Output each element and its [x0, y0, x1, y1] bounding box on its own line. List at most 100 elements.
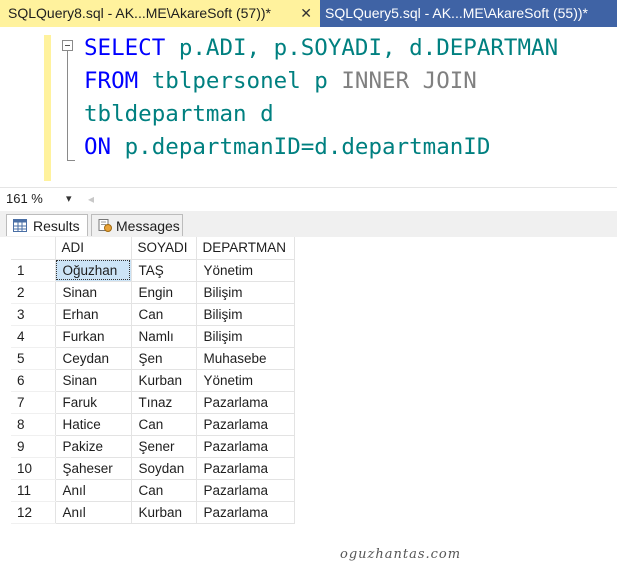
tab-results[interactable]: Results [6, 214, 88, 236]
row-number[interactable]: 9 [11, 435, 56, 458]
row-number[interactable]: 11 [11, 479, 56, 502]
grid-cell[interactable]: Yönetim [196, 369, 295, 392]
code-token: p.departmanID=d.departmanID [111, 134, 491, 160]
grid-header-row: ADI SOYADI DEPARTMAN [11, 237, 295, 260]
grid-cell[interactable]: Engin [131, 281, 197, 304]
code-line[interactable]: tbldepartman d [84, 98, 558, 131]
grid-corner-cell[interactable] [11, 237, 56, 260]
zoom-bar: 161 % ▾ ◂ [0, 187, 617, 210]
code-token: tbldepartman d [84, 101, 274, 127]
table-row[interactable]: 9 Pakize Şener Pazarlama [11, 435, 295, 458]
table-row[interactable]: 7 Faruk Tınaz Pazarlama [11, 391, 295, 414]
results-table: ADI SOYADI DEPARTMAN 1 Oğuzhan TAŞ Yönetim 2… [11, 237, 295, 524]
grid-cell[interactable]: Bilişim [196, 325, 295, 348]
row-number[interactable]: 5 [11, 347, 56, 370]
table-row[interactable]: 4 Furkan Namlı Bilişim [11, 325, 295, 348]
tab-sqlquery5[interactable]: SQLQuery5.sql - AK...ME\AkareSoft (55))* [320, 0, 617, 27]
table-row[interactable]: 2 Sinan Engin Bilişim [11, 281, 295, 304]
grid-icon [13, 219, 27, 232]
grid-cell[interactable]: Furkan [55, 325, 132, 348]
row-number[interactable]: 4 [11, 325, 56, 348]
row-number[interactable]: 6 [11, 369, 56, 392]
grid-cell[interactable]: Muhasebe [196, 347, 295, 370]
grid-cell[interactable]: Pazarlama [196, 435, 295, 458]
row-number[interactable]: 3 [11, 303, 56, 326]
grid-cell[interactable]: Pakize [55, 435, 132, 458]
grid-cell[interactable]: Can [131, 479, 197, 502]
grid-cell[interactable]: Sinan [55, 281, 132, 304]
grid-cell[interactable]: Namlı [131, 325, 197, 348]
code-token: tblpersonel p [138, 68, 342, 94]
tab-messages[interactable]: Messages [91, 214, 183, 236]
scroll-left-arrow[interactable]: ◂ [88, 190, 94, 208]
table-row[interactable]: 12 Anıl Kurban Pazarlama [11, 501, 295, 524]
column-header-adi[interactable]: ADI [55, 237, 132, 260]
tab-messages-label: Messages [116, 218, 180, 234]
column-header-soyadi[interactable]: SOYADI [131, 237, 197, 260]
grid-cell[interactable]: Şen [131, 347, 197, 370]
message-icon [98, 219, 112, 232]
grid-cell[interactable]: Ceydan [55, 347, 132, 370]
grid-cell[interactable]: Oğuzhan [55, 259, 132, 282]
chevron-down-icon[interactable]: ▾ [66, 190, 72, 208]
grid-cell[interactable]: Pazarlama [196, 457, 295, 480]
grid-cell[interactable]: Pazarlama [196, 413, 295, 436]
column-header-departman[interactable]: DEPARTMAN [196, 237, 295, 260]
table-row[interactable]: 1 Oğuzhan TAŞ Yönetim [11, 259, 295, 282]
close-icon[interactable]: ✕ [300, 0, 312, 27]
grid-cell[interactable]: Anıl [55, 479, 132, 502]
grid-cell[interactable]: Erhan [55, 303, 132, 326]
grid-cell[interactable]: Bilişim [196, 303, 295, 326]
tab-sqlquery5-label: SQLQuery5.sql - AK...ME\AkareSoft (55))* [325, 5, 588, 21]
outline-line [67, 51, 68, 161]
code-token: FROM [84, 68, 139, 94]
tab-sqlquery8[interactable]: SQLQuery8.sql - AK...ME\AkareSoft (57))*… [0, 0, 320, 27]
grid-cell[interactable]: Tınaz [131, 391, 197, 414]
sql-code[interactable]: SELECT p.ADI, p.SOYADI, d.DEPARTMAN FROM … [84, 32, 558, 164]
row-number[interactable]: 10 [11, 457, 56, 480]
grid-cell[interactable]: Pazarlama [196, 391, 295, 414]
grid-cell[interactable]: TAŞ [131, 259, 197, 282]
grid-cell[interactable]: Sinan [55, 369, 132, 392]
code-line[interactable]: SELECT p.ADI, p.SOYADI, d.DEPARTMAN [84, 32, 558, 65]
table-row[interactable]: 8 Hatice Can Pazarlama [11, 413, 295, 436]
grid-cell[interactable]: Şaheser [55, 457, 132, 480]
code-token: ON [84, 134, 112, 160]
table-row[interactable]: 11 Anıl Can Pazarlama [11, 479, 295, 502]
table-row[interactable]: 6 Sinan Kurban Yönetim [11, 369, 295, 392]
zoom-level-select[interactable]: 161 % [6, 190, 43, 208]
table-row[interactable]: 5 Ceydan Şen Muhasebe [11, 347, 295, 370]
code-line[interactable]: ON p.departmanID=d.departmanID [84, 131, 558, 164]
grid-cell[interactable]: Anıl [55, 501, 132, 524]
grid-cell[interactable]: Kurban [131, 501, 197, 524]
row-number[interactable]: 8 [11, 413, 56, 436]
document-tab-bar: SQLQuery8.sql - AK...ME\AkareSoft (57))*… [0, 0, 617, 27]
change-tracking-bar [44, 35, 51, 181]
table-row[interactable]: 10 Şaheser Soydan Pazarlama [11, 457, 295, 480]
grid-cell[interactable]: Can [131, 303, 197, 326]
row-number[interactable]: 12 [11, 501, 56, 524]
row-number[interactable]: 2 [11, 281, 56, 304]
grid-cell[interactable]: Yönetim [196, 259, 295, 282]
editor-gutter [0, 27, 44, 187]
collapse-icon[interactable] [62, 40, 73, 51]
grid-cell[interactable]: Hatice [55, 413, 132, 436]
code-line[interactable]: FROM tblpersonel p INNER JOIN [84, 65, 558, 98]
grid-cell[interactable]: Can [131, 413, 197, 436]
row-number[interactable]: 7 [11, 391, 56, 414]
tab-results-label: Results [33, 218, 80, 234]
grid-cell[interactable]: Pazarlama [196, 479, 295, 502]
grid-cell[interactable]: Bilişim [196, 281, 295, 304]
row-number[interactable]: 1 [11, 259, 56, 282]
table-row[interactable]: 3 Erhan Can Bilişim [11, 303, 295, 326]
results-grid[interactable]: ADI SOYADI DEPARTMAN 1 Oğuzhan TAŞ Yönetim 2… [0, 237, 617, 562]
tab-sqlquery8-label: SQLQuery8.sql - AK...ME\AkareSoft (57))* [8, 5, 271, 21]
result-tabs: Results Messages [0, 211, 617, 238]
grid-cell[interactable]: Soydan [131, 457, 197, 480]
watermark: oguzhantas.com [340, 547, 462, 562]
grid-cell[interactable]: Faruk [55, 391, 132, 414]
query-editor[interactable]: SELECT p.ADI, p.SOYADI, d.DEPARTMAN FROM … [0, 27, 617, 187]
grid-cell[interactable]: Kurban [131, 369, 197, 392]
grid-cell[interactable]: Pazarlama [196, 501, 295, 524]
grid-cell[interactable]: Şener [131, 435, 197, 458]
